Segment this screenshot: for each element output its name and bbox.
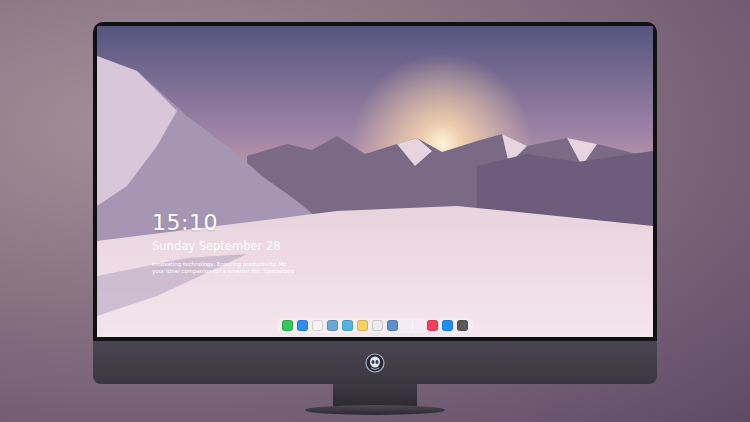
brand-logo-icon xyxy=(365,353,385,373)
messages-icon[interactable] xyxy=(282,320,293,331)
photos-icon[interactable] xyxy=(387,320,398,331)
notes-icon[interactable] xyxy=(357,320,368,331)
calendar-icon[interactable] xyxy=(372,320,383,331)
finder-icon[interactable] xyxy=(297,320,308,331)
tagline: Innovating technology, Ensuring producti… xyxy=(152,261,294,275)
lock-screen: 15:10 Sunday September 28 Innovating techn… xyxy=(152,210,294,275)
clock-icon[interactable] xyxy=(312,320,323,331)
wallpaper xyxy=(97,26,653,337)
monitor-chin xyxy=(93,341,657,384)
video-icon[interactable] xyxy=(342,320,353,331)
dock xyxy=(277,318,473,333)
monitor-frame: 15:10 Sunday September 28 Innovating techn… xyxy=(93,22,657,341)
tagline-line: your ideal companion for a smarter life.… xyxy=(152,268,294,275)
app-icon[interactable] xyxy=(457,320,468,331)
app-store-icon[interactable] xyxy=(442,320,453,331)
monitor-base xyxy=(305,405,445,415)
preview-icon[interactable] xyxy=(327,320,338,331)
monitor: 15:10 Sunday September 28 Innovating techn… xyxy=(93,22,657,415)
dock-separator xyxy=(412,321,413,331)
clock-time: 15:10 xyxy=(152,210,294,236)
screen: 15:10 Sunday September 28 Innovating techn… xyxy=(97,26,653,337)
tagline-line: Innovating technology, Ensuring producti… xyxy=(152,261,294,268)
clock-date: Sunday September 28 xyxy=(152,239,294,254)
music-icon[interactable] xyxy=(427,320,438,331)
